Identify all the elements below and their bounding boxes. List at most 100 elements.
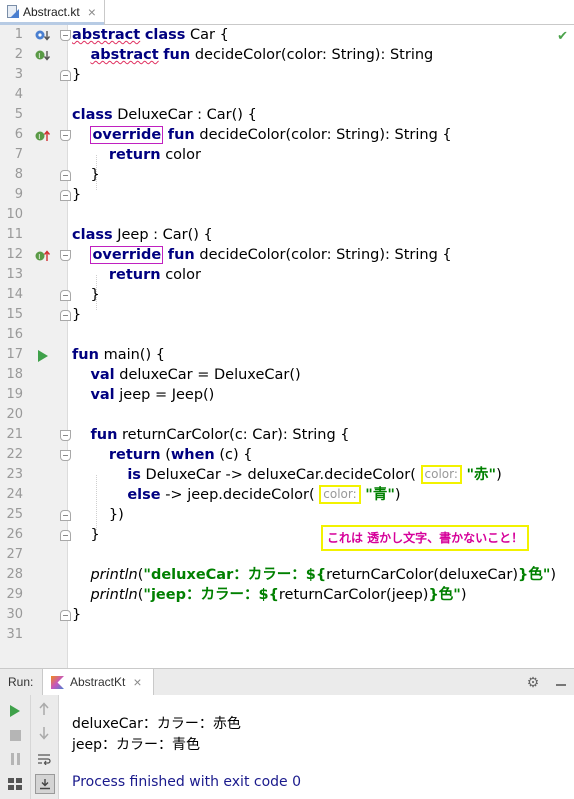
code-token: else	[127, 487, 161, 503]
code-token: class DeluxeCar : Car() {	[72, 105, 257, 125]
code-token: val	[90, 367, 115, 383]
gear-icon[interactable]: ⚙	[524, 673, 542, 691]
line-number: 11	[6, 227, 23, 242]
code-token: }	[72, 165, 99, 185]
code-token: }色"	[518, 567, 551, 583]
code-token: }	[72, 187, 82, 203]
line-number: 16	[6, 327, 23, 342]
code-editor[interactable]: ✔ I I I 1 abstract class Car {2 abstrac…	[0, 25, 574, 668]
run-tab-label: AbstractKt	[70, 675, 126, 689]
kotlin-file-icon	[7, 5, 19, 19]
line-number: 10	[6, 207, 23, 222]
line-number: 28	[6, 567, 23, 582]
line-number: 29	[6, 587, 23, 602]
code-token: Jeep : Car() {	[112, 227, 213, 243]
code-line: 20	[0, 405, 574, 425]
code-line: 19 val jeep = Jeep()	[0, 385, 574, 405]
code-line: 10	[0, 205, 574, 225]
code-token: }	[72, 607, 82, 623]
code-token: abstract class Car {	[72, 25, 229, 45]
scroll-to-end-icon[interactable]	[35, 774, 55, 794]
code-token: "jeep：カラー：${	[143, 587, 279, 603]
run-toolbar-right	[31, 695, 59, 799]
console-exit-line: Process finished with exit code 0	[72, 774, 302, 790]
console-line: jeep：カラー：青色	[72, 737, 201, 753]
line-number: 27	[6, 547, 23, 562]
editor-tab-bar: Abstract.kt ×	[0, 0, 574, 25]
tab-close-icon[interactable]: ×	[88, 5, 96, 19]
line-number: 6	[14, 127, 23, 142]
code-line: 7 return color	[0, 145, 574, 165]
code-token: (	[160, 447, 171, 463]
code-token: }	[72, 525, 99, 545]
parameter-hint: color:	[420, 465, 462, 484]
code-line: 6 override fun decideColor(color: String…	[0, 125, 574, 145]
code-token: fun	[167, 247, 195, 263]
code-token: class Jeep : Car() {	[72, 225, 213, 245]
code-token: println	[90, 587, 138, 603]
code-token: deluxeCar = DeluxeCar()	[114, 367, 301, 383]
line-number: 8	[14, 167, 23, 182]
code-token: color	[160, 267, 201, 283]
line-number: 13	[6, 267, 23, 282]
code-line: 11 class Jeep : Car() {	[0, 225, 574, 245]
close-icon[interactable]: ×	[133, 674, 141, 690]
code-token: println	[90, 567, 138, 583]
code-token: return color	[72, 145, 201, 165]
code-token: println("deluxeCar：カラー：${returnCarColor(…	[72, 565, 556, 585]
code-token: fun returnCarColor(c: Car): String {	[72, 425, 350, 445]
code-line: 30 }	[0, 605, 574, 625]
code-token: jeep = Jeep()	[114, 387, 215, 403]
code-line: 3 }	[0, 65, 574, 85]
kotlin-icon	[51, 675, 64, 689]
rerun-icon[interactable]	[6, 702, 24, 720]
code-token: -> jeep.decideColor(	[160, 487, 320, 503]
code-token: fun main() {	[72, 345, 165, 365]
code-token: }	[90, 287, 100, 303]
code-token: fun	[167, 127, 195, 143]
code-token: return color	[72, 265, 201, 285]
code-line: 12 override fun decideColor(color: Strin…	[0, 245, 574, 265]
line-number: 7	[14, 147, 23, 162]
tab-abstract-kt[interactable]: Abstract.kt ×	[0, 0, 105, 25]
code-token: }色"	[428, 587, 461, 603]
run-tab-abstractkt[interactable]: AbstractKt ×	[42, 669, 154, 695]
tab-label: Abstract.kt	[23, 5, 80, 19]
run-panel-body: deluxeCar：カラー：赤色 jeep：カラー：青色 Process fin…	[0, 695, 574, 799]
code-token: })	[72, 505, 124, 525]
line-number: 5	[14, 107, 23, 122]
down-arrow-icon[interactable]	[35, 724, 53, 742]
code-token: }	[72, 307, 82, 323]
stop-icon[interactable]	[6, 726, 24, 744]
code-token: (c) {	[214, 447, 253, 463]
code-line: 25 })	[0, 505, 574, 525]
code-token: return	[108, 267, 161, 283]
code-token: override fun decideColor(color: String):…	[72, 125, 452, 145]
up-arrow-icon[interactable]	[35, 700, 53, 718]
code-token: returnCarColor(c: Car): String {	[117, 427, 350, 443]
line-number: 9	[14, 187, 23, 202]
minimize-icon[interactable]	[553, 673, 569, 691]
soft-wrap-icon[interactable]	[35, 750, 53, 768]
line-number: 14	[6, 287, 23, 302]
code-token: val	[90, 387, 115, 403]
code-token: override	[90, 126, 164, 144]
layout-icon[interactable]	[6, 775, 24, 793]
line-number: 17	[6, 347, 23, 362]
pause-icon[interactable]	[6, 750, 24, 768]
code-token: "赤"	[466, 467, 497, 483]
code-token: println("jeep：カラー：${returnCarColor(jeep)…	[72, 585, 466, 605]
line-number: 2	[14, 47, 23, 62]
code-line: 22 return (when (c) {	[0, 445, 574, 465]
code-token: class	[144, 27, 186, 43]
code-token: return	[108, 147, 161, 163]
code-token: decideColor(color: String): String {	[194, 127, 452, 143]
code-line: 17 fun main() {	[0, 345, 574, 365]
code-token: override fun decideColor(color: String):…	[72, 245, 452, 265]
code-line: 23 is DeluxeCar -> deluxeCar.decideColor…	[0, 465, 574, 485]
code-line: 13 return color	[0, 265, 574, 285]
code-line: 16	[0, 325, 574, 345]
line-number: 25	[6, 507, 23, 522]
code-token: return (when (c) {	[72, 445, 253, 465]
code-token: decideColor(color: String): String	[190, 47, 434, 63]
